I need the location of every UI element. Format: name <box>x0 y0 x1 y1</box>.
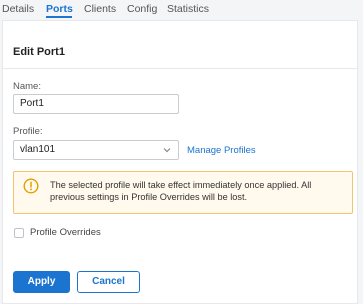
divider <box>2 68 358 69</box>
warning-text: The selected profile will take effect im… <box>50 180 312 202</box>
tab-config[interactable]: Config <box>127 3 157 15</box>
apply-button[interactable]: Apply <box>13 271 70 293</box>
profile-label: Profile: <box>13 126 43 137</box>
active-tab-indicator <box>46 16 72 18</box>
profile-overrides-label[interactable]: Profile Overrides <box>30 227 101 238</box>
name-input[interactable]: Port1 <box>13 94 179 114</box>
name-label: Name: <box>13 81 41 92</box>
tab-bar: Details Ports Clients Config Statistics <box>0 0 363 18</box>
manage-profiles-link[interactable]: Manage Profiles <box>187 145 256 156</box>
tab-clients[interactable]: Clients <box>84 3 116 15</box>
tab-details[interactable]: Details <box>2 3 34 15</box>
edit-port-panel <box>2 20 358 304</box>
profile-select-value: vlan101 <box>20 144 56 155</box>
page-title: Edit Port1 <box>13 46 65 58</box>
tab-statistics[interactable]: Statistics <box>167 3 209 15</box>
tab-ports[interactable]: Ports <box>46 3 73 15</box>
profile-overrides-checkbox[interactable] <box>14 228 24 238</box>
warning-message: The selected profile will take effect im… <box>13 171 353 214</box>
profile-select[interactable]: vlan101 <box>13 140 179 160</box>
chevron-down-icon <box>163 148 171 153</box>
warning-circle-icon <box>23 178 39 194</box>
cancel-button[interactable]: Cancel <box>77 271 140 293</box>
